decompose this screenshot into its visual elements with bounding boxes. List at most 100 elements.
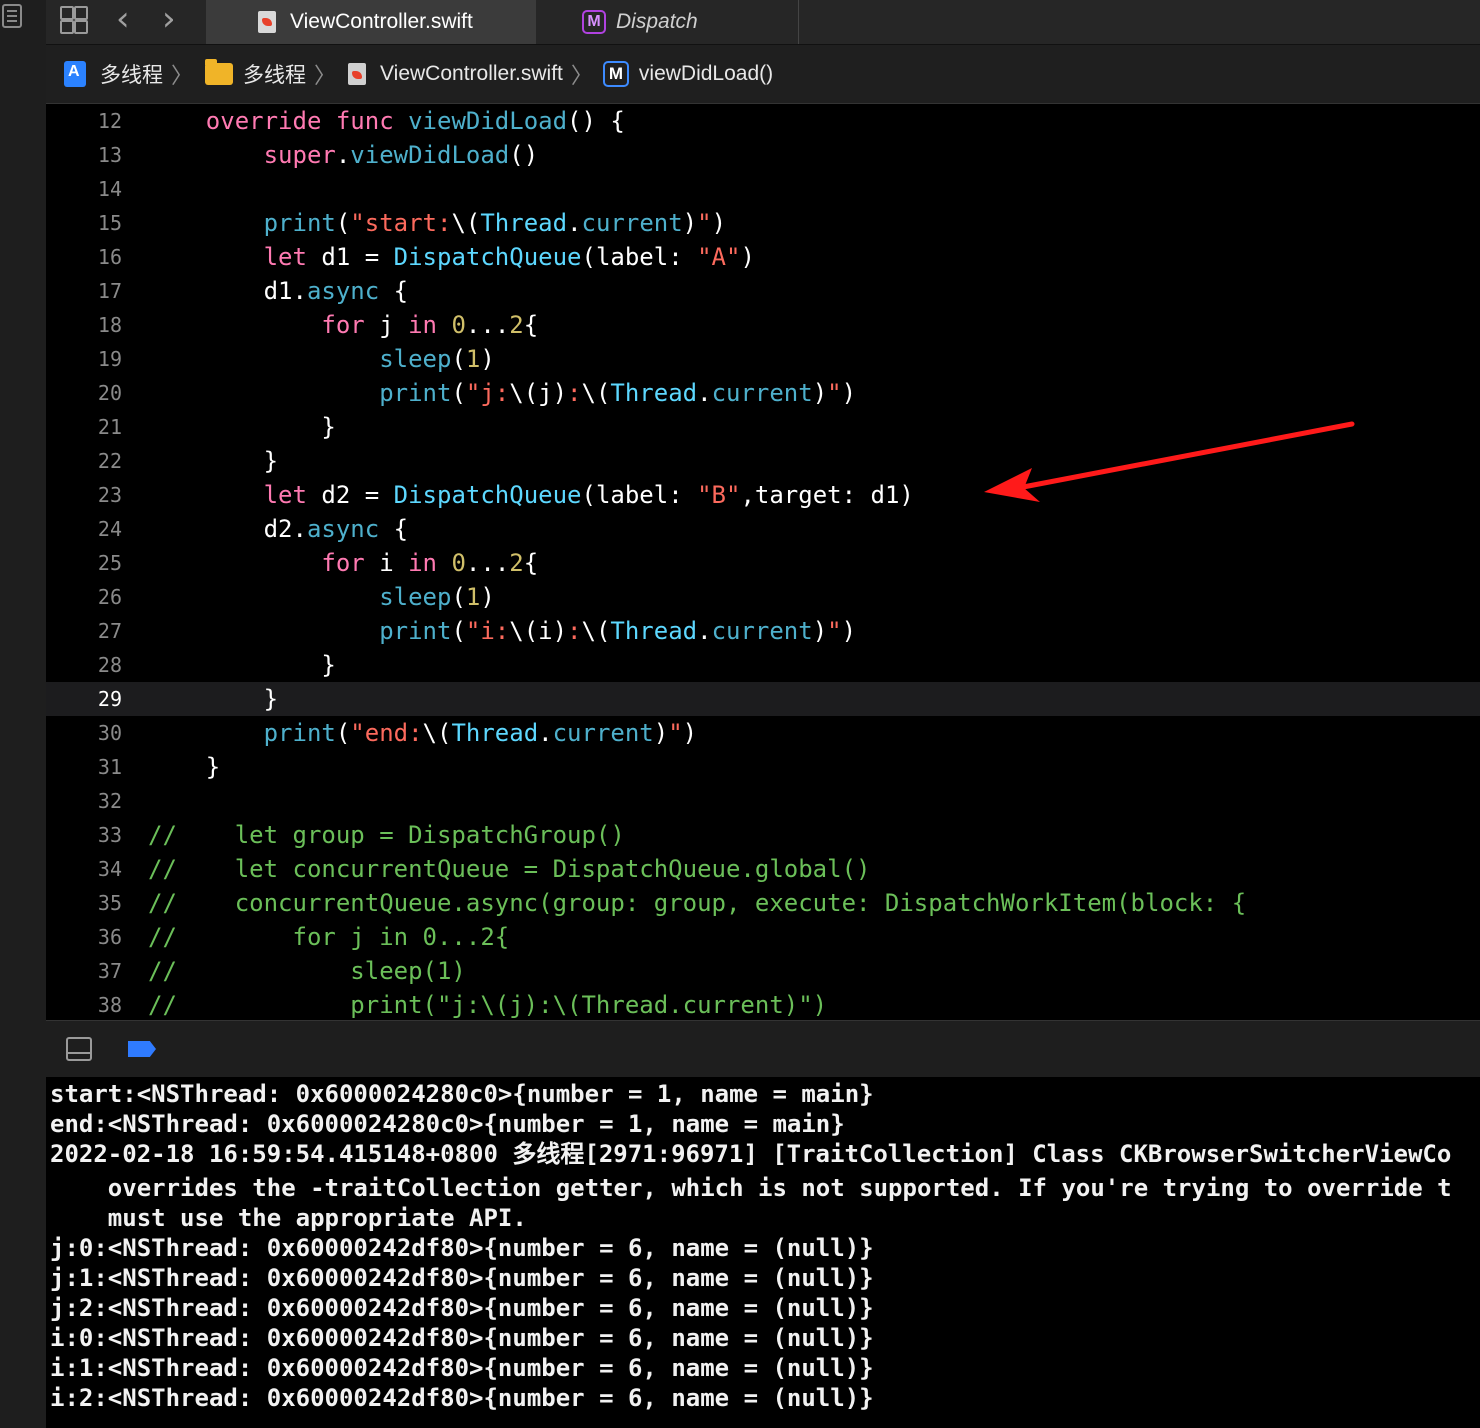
line-number[interactable]: 32 [46,784,122,818]
breadcrumb-item-folder[interactable]: 多线程 [201,59,306,89]
line-number[interactable]: 14 [46,172,122,206]
code-line[interactable]: 35 // concurrentQueue.async(group: group,… [46,886,1480,920]
code-line[interactable]: 36 // for j in 0...2{ [46,920,1480,954]
tab-viewcontroller-swift[interactable]: ViewController.swift [206,0,536,44]
code-line[interactable]: 12 override func viewDidLoad() { [46,104,1480,138]
line-number[interactable]: 17 [46,274,122,308]
breakpoint-icon[interactable] [128,1041,156,1057]
code-token: } [148,753,221,781]
code-line[interactable]: 21 } [46,410,1480,444]
line-number[interactable]: 13 [46,138,122,172]
code-token: ) [480,583,495,611]
line-number[interactable]: 35 [46,886,122,920]
line-number[interactable]: 23 [46,478,122,512]
forward-arrow-icon[interactable]: › [162,2,176,36]
line-number[interactable]: 33 [46,818,122,852]
line-number[interactable]: 18 [46,308,122,342]
line-number[interactable]: 34 [46,852,122,886]
code-line[interactable]: 29 } [46,682,1480,716]
code-line[interactable]: 14 [46,172,1480,206]
line-number[interactable]: 20 [46,376,122,410]
code-token: } [148,413,336,441]
code-token: ) [812,379,828,407]
code-line[interactable]: 17 d1.async { [46,274,1480,308]
code-token: 2 [509,311,524,339]
breadcrumb-item-project[interactable]: 多线程 [46,59,163,89]
code-token: ) [812,617,828,645]
code-line[interactable]: 25 for i in 0...2{ [46,546,1480,580]
line-number[interactable]: 36 [46,920,122,954]
code-line[interactable]: 16 let d1 = DispatchQueue(label: "A") [46,240,1480,274]
code-token: ( [335,209,351,237]
code-token: \( [581,379,611,407]
code-token: { [523,311,539,339]
code-text: for j in 0...2{ [148,308,538,342]
code-line[interactable]: 26 sleep(1) [46,580,1480,614]
code-token: 1 [465,583,481,611]
back-arrow-icon[interactable]: ‹ [116,2,130,36]
code-text: } [148,648,335,682]
line-number[interactable]: 29 [46,682,122,716]
hide-panel-icon[interactable] [66,1037,92,1061]
breadcrumb-item-method[interactable]: M viewDidLoad() [601,61,773,87]
code-line[interactable]: 23 let d2 = DispatchQueue(label: "B",tar… [46,478,1480,512]
code-line[interactable]: 22 } [46,444,1480,478]
code-text: override func viewDidLoad() { [148,104,625,138]
code-line[interactable]: 13 super.viewDidLoad() [46,138,1480,172]
code-line[interactable]: 31 } [46,750,1480,784]
code-token: override [205,107,322,135]
line-number[interactable]: 38 [46,988,122,1020]
document-outline-icon[interactable] [2,4,22,28]
code-token: "j: [465,379,510,407]
code-line[interactable]: 18 for j in 0...2{ [46,308,1480,342]
line-number[interactable]: 15 [46,206,122,240]
code-line[interactable]: 20 print("j:\(j):\(Thread.current)") [46,376,1480,410]
code-token: . [697,379,712,407]
code-line[interactable]: 28 } [46,648,1480,682]
related-items-grid-icon[interactable] [60,6,90,36]
code-line[interactable]: 24 d2.async { [46,512,1480,546]
code-token: // concurrentQueue.async(group: group, e… [148,889,1247,917]
line-number[interactable]: 21 [46,410,122,444]
console-line: must use the appropriate API. [50,1204,527,1232]
line-number[interactable]: 24 [46,512,122,546]
line-number[interactable]: 37 [46,954,122,988]
line-number[interactable]: 12 [46,104,122,138]
console-line: end:<NSThread: 0x6000024280c0>{number = … [50,1110,845,1138]
console-output[interactable]: start:<NSThread: 0x6000024280c0>{number … [46,1077,1480,1428]
code-token: super [263,141,336,169]
code-token: . [538,719,553,747]
code-token: " [827,617,842,645]
code-line[interactable]: 32 [46,784,1480,818]
code-line[interactable]: 19 sleep(1) [46,342,1480,376]
code-editor[interactable]: 12 override func viewDidLoad() {13 super… [46,104,1480,1020]
line-number[interactable]: 30 [46,716,122,750]
breadcrumb-item-file[interactable]: ViewController.swift [344,62,563,86]
code-line[interactable]: 34 // let concurrentQueue = DispatchQueue… [46,852,1480,886]
code-line[interactable]: 30 print("end:\(Thread.current)") [46,716,1480,750]
tab-dispatch[interactable]: M Dispatch [568,0,799,44]
line-number[interactable]: 27 [46,614,122,648]
code-line[interactable]: 33 // let group = DispatchGroup() [46,818,1480,852]
line-number[interactable]: 19 [46,342,122,376]
line-number[interactable]: 31 [46,750,122,784]
code-token: Thread [610,617,698,645]
code-text: for i in 0...2{ [148,546,538,580]
line-number[interactable]: 22 [46,444,122,478]
line-number[interactable]: 26 [46,580,122,614]
line-number[interactable]: 25 [46,546,122,580]
code-token: i [364,549,409,577]
chevron-right-icon: 〉 [171,64,194,89]
code-token: () [509,141,539,169]
code-line[interactable]: 15 print("start:\(Thread.current)") [46,206,1480,240]
code-line[interactable]: 38 // print("j:\(j):\(Thread.current)") [46,988,1480,1020]
line-number[interactable]: 28 [46,648,122,682]
code-line[interactable]: 27 print("i:\(i):\(Thread.current)") [46,614,1480,648]
code-line[interactable]: 37 // sleep(1) [46,954,1480,988]
folder-icon [205,59,234,85]
code-token: \( [422,719,452,747]
line-number[interactable]: 16 [46,240,122,274]
